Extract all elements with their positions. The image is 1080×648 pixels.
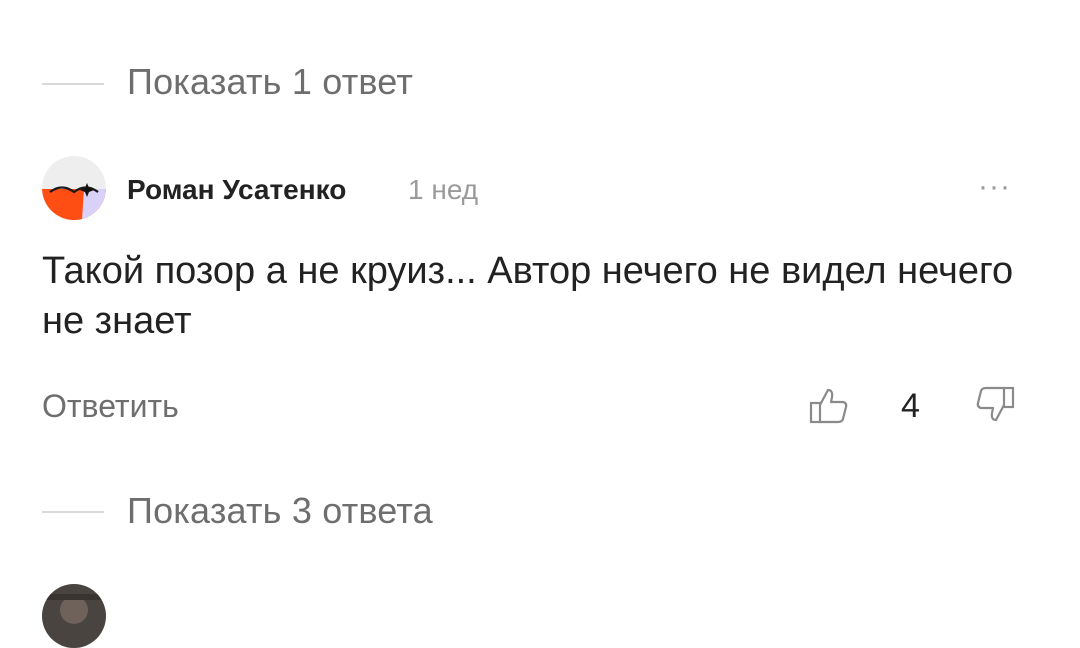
avatar[interactable] xyxy=(42,156,106,220)
reply-button[interactable]: Ответить xyxy=(42,390,179,422)
thumbs-down-icon xyxy=(976,386,1015,422)
more-options-icon[interactable]: ··· xyxy=(978,172,1011,202)
like-count: 4 xyxy=(901,387,920,425)
show-replies-link[interactable]: Показать 3 ответа xyxy=(127,493,433,529)
show-replies-link[interactable]: Показать 1 ответ xyxy=(127,64,413,100)
author-name[interactable]: Роман Усатенко xyxy=(127,176,346,204)
comment-text: Такой позор а не круиз... Автор нечего н… xyxy=(42,250,1014,342)
like-button[interactable] xyxy=(808,384,850,426)
avatar[interactable] xyxy=(42,584,106,648)
thumbs-up-icon xyxy=(809,388,848,424)
avatar-image xyxy=(42,584,106,648)
dislike-button[interactable] xyxy=(974,384,1016,426)
comment-time: 1 нед xyxy=(408,174,479,205)
thread-line xyxy=(42,83,104,85)
thread-line xyxy=(42,511,104,513)
avatar-image xyxy=(42,156,106,220)
